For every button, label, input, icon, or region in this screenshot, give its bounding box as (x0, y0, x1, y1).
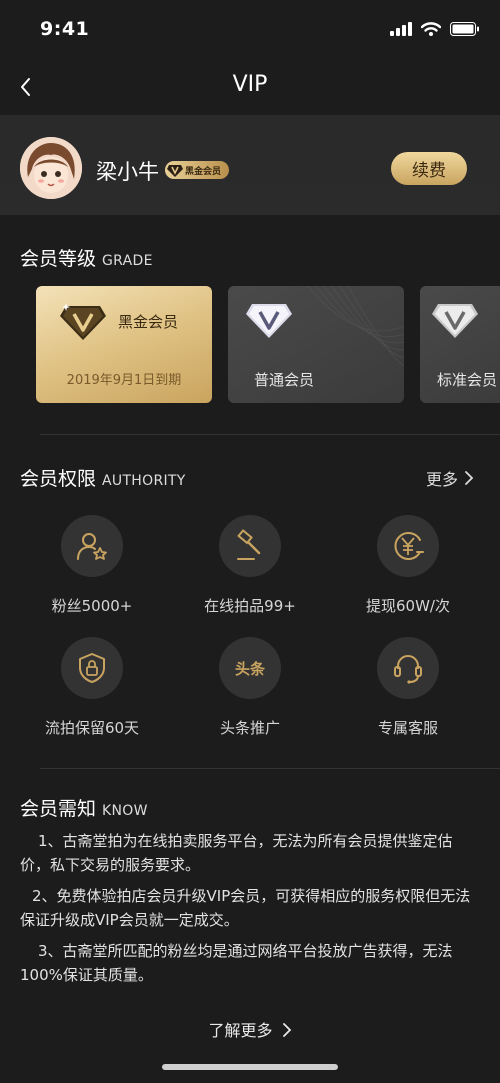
notice-item: 1、古斋堂拍为在线拍卖服务平台，无法为所有会员提供鉴定估价，私下交易的服务要求。 (20, 832, 453, 874)
perk-fans[interactable]: 粉丝5000+ (17, 515, 167, 616)
perk-failed-auction-retention[interactable]: 流拍保留60天 (17, 637, 167, 738)
renew-button[interactable]: 续费 (391, 152, 467, 185)
more-link[interactable]: 更多 (426, 466, 474, 490)
learn-more-link[interactable]: 了解更多 (0, 1017, 500, 1041)
page-title: VIP (232, 72, 268, 97)
notice-title: 会员需知 (20, 798, 97, 820)
authority-title-en: AUTHORITY (102, 473, 186, 489)
fans-star-icon (61, 515, 123, 577)
user-name: 梁小牛 (96, 160, 159, 184)
silver-gem-icon (432, 304, 478, 338)
perk-headline-promotion[interactable]: 头条 头条推广 (175, 637, 325, 738)
notice-item: 3、古斋堂所匹配的粉丝均是通过网络平台投放广告获得，无法100%保证其质量。 (20, 942, 453, 984)
wifi-icon (421, 22, 441, 36)
battery-icon (450, 22, 479, 36)
notice-item: 2、免费体验拍店会员升级VIP会员，可获得相应的服务权限但无法保证升级成VIP会… (20, 887, 471, 929)
notice-section-title: 会员需知 KNOW (20, 794, 148, 821)
badge-label: 黑金会员 (185, 166, 222, 177)
grade-title-en: GRADE (102, 253, 153, 269)
status-icons (390, 22, 480, 36)
headset-icon (377, 637, 439, 699)
grade-card-expiry: 2019年9月1日到期 (66, 373, 182, 388)
perk-label: 头条推广 (219, 719, 280, 737)
gold-gem-icon (60, 303, 106, 340)
perk-auction-items[interactable]: 在线拍品99+ (175, 515, 325, 616)
yuan-withdraw-icon (377, 515, 439, 577)
auction-hammer-icon (219, 515, 281, 577)
grade-card-black-gold[interactable]: 黑金会员 2019年9月1日到期 (36, 286, 212, 403)
perk-customer-service[interactable]: 专属客服 (333, 637, 483, 738)
grade-section-title: 会员等级 GRADE (20, 244, 153, 271)
vip-gem-icon (165, 161, 185, 179)
vip-badge: 黑金会员 (165, 161, 229, 179)
grade-title: 会员等级 (20, 248, 97, 270)
perk-label: 专属客服 (377, 719, 438, 737)
learn-more-label: 了解更多 (208, 1021, 273, 1040)
perk-label: 粉丝5000+ (51, 597, 133, 615)
grade-card-normal[interactable]: 普通会员 (228, 286, 404, 403)
notice-title-en: KNOW (102, 803, 148, 819)
chevron-right-icon (282, 1023, 291, 1037)
grade-card-standard[interactable]: 标准会员 (420, 286, 500, 403)
chevron-right-icon (465, 471, 474, 485)
divider (40, 768, 500, 769)
grade-card-name: 黑金会员 (118, 313, 179, 331)
home-indicator[interactable] (162, 1064, 338, 1070)
headline-icon: 头条 (219, 637, 281, 699)
perk-label: 提现60W/次 (366, 597, 450, 615)
perk-label: 在线拍品99+ (204, 597, 296, 615)
divider (40, 434, 500, 435)
signal-icon (390, 22, 412, 36)
grade-card-name: 普通会员 (254, 371, 315, 389)
silver-gem-icon (246, 304, 292, 338)
avatar[interactable] (20, 137, 82, 199)
status-time: 9:41 (40, 18, 90, 40)
avatar-illustration (20, 137, 82, 199)
headline-icon-text: 头条 (234, 659, 265, 678)
shield-lock-icon (61, 637, 123, 699)
grade-card-name: 标准会员 (437, 371, 498, 389)
perk-withdraw[interactable]: 提现60W/次 (333, 515, 483, 616)
perk-label: 流拍保留60天 (44, 719, 140, 737)
authority-title: 会员权限 (20, 468, 97, 490)
more-label: 更多 (425, 470, 458, 489)
authority-section-title: 会员权限 AUTHORITY (20, 464, 186, 491)
